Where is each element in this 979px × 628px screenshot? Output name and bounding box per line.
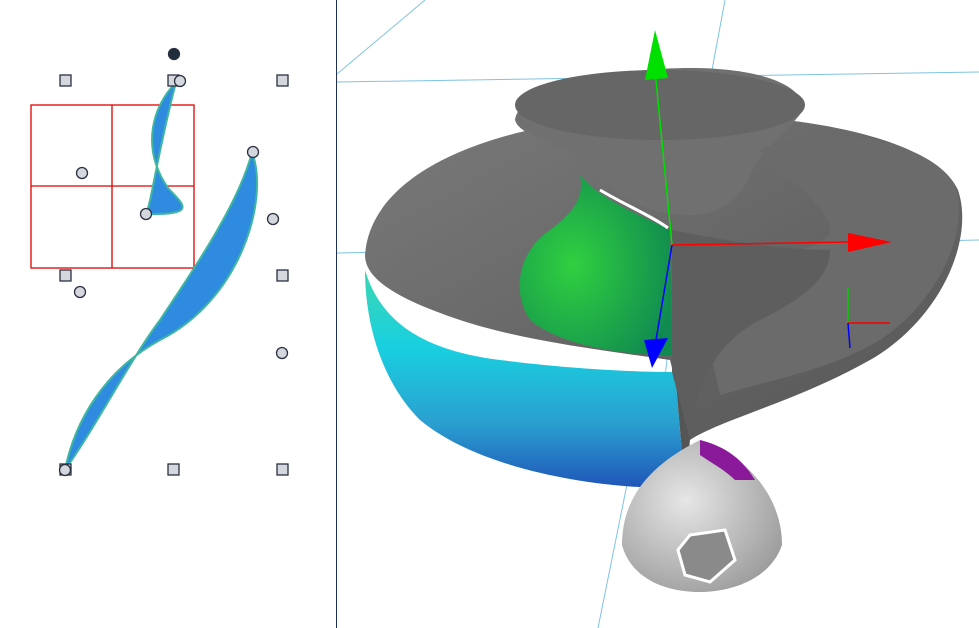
handle-square: [59, 269, 72, 282]
funnel-rim: [515, 70, 805, 140]
gizmo-y-arrow: [645, 30, 668, 80]
profile-editor-panel[interactable]: [0, 0, 336, 628]
handle-circle: [173, 74, 187, 88]
handle-circle: [139, 207, 153, 221]
profile-curve[interactable]: [144, 81, 184, 216]
handle-circle: [246, 145, 260, 159]
profile-grid: [30, 104, 195, 269]
3d-viewport[interactable]: [337, 0, 979, 628]
active-handle[interactable]: [167, 47, 181, 61]
handle-square: [167, 463, 180, 476]
handle-square: [59, 74, 72, 87]
handle-circle: [58, 463, 72, 477]
viewport-canvas[interactable]: [337, 0, 979, 628]
handle-circle: [275, 346, 289, 360]
handle-square: [276, 269, 289, 282]
handle-circle: [75, 166, 89, 180]
handle-circle: [73, 285, 87, 299]
handle-square: [276, 463, 289, 476]
profile-editor-canvas[interactable]: [0, 0, 336, 628]
handle-square: [276, 74, 289, 87]
handle-circle: [266, 212, 280, 226]
